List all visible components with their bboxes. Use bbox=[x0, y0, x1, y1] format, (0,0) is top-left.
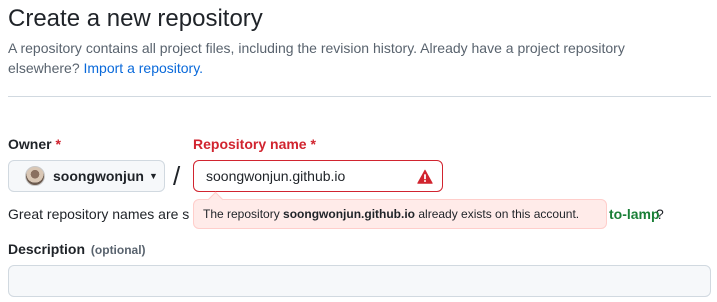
repository-name-label: Repository name * bbox=[193, 134, 316, 154]
repository-name-label-text: Repository name bbox=[193, 136, 307, 152]
alert-triangle-icon bbox=[417, 169, 433, 184]
repository-name-suggestion[interactable]: to-lamp bbox=[609, 204, 660, 224]
repository-name-required-mark: * bbox=[310, 136, 316, 152]
owner-label-text: Owner bbox=[8, 136, 52, 152]
import-repository-link[interactable]: Import a repository. bbox=[84, 60, 204, 76]
subtitle-text-2: elsewhere? bbox=[8, 60, 80, 76]
repository-exists-error-tooltip: The repository soongwonjun.github.io alr… bbox=[193, 199, 607, 229]
description-input[interactable] bbox=[8, 265, 711, 297]
owner-label: Owner * bbox=[8, 134, 61, 154]
page-title: Create a new repository bbox=[8, 5, 263, 32]
owner-repo-separator: / bbox=[173, 161, 181, 191]
owner-required-mark: * bbox=[55, 136, 61, 152]
hint-question-mark: ? bbox=[656, 206, 664, 222]
repository-name-hint: Great repository names are s bbox=[8, 206, 190, 222]
description-label-text: Description bbox=[8, 241, 86, 257]
description-optional-tag: (optional) bbox=[90, 243, 146, 257]
owner-select-button[interactable]: soongwonjun ▼ bbox=[8, 160, 165, 192]
repository-name-input[interactable]: soongwonjun.github.io bbox=[193, 160, 443, 192]
error-repo-name: soongwonjun.github.io bbox=[283, 207, 416, 221]
header-divider bbox=[8, 96, 711, 97]
repository-name-value: soongwonjun.github.io bbox=[206, 168, 346, 184]
subtitle-text-1: A repository contains all project files,… bbox=[8, 40, 625, 56]
error-text-prefix: The repository bbox=[203, 207, 280, 221]
description-label: Description (optional) bbox=[8, 239, 146, 260]
avatar bbox=[25, 166, 45, 186]
page-subtitle: A repository contains all project files,… bbox=[8, 38, 708, 78]
owner-name: soongwonjun bbox=[53, 168, 144, 184]
error-text-suffix: already exists on this account. bbox=[418, 207, 580, 221]
chevron-down-icon: ▼ bbox=[148, 171, 158, 181]
